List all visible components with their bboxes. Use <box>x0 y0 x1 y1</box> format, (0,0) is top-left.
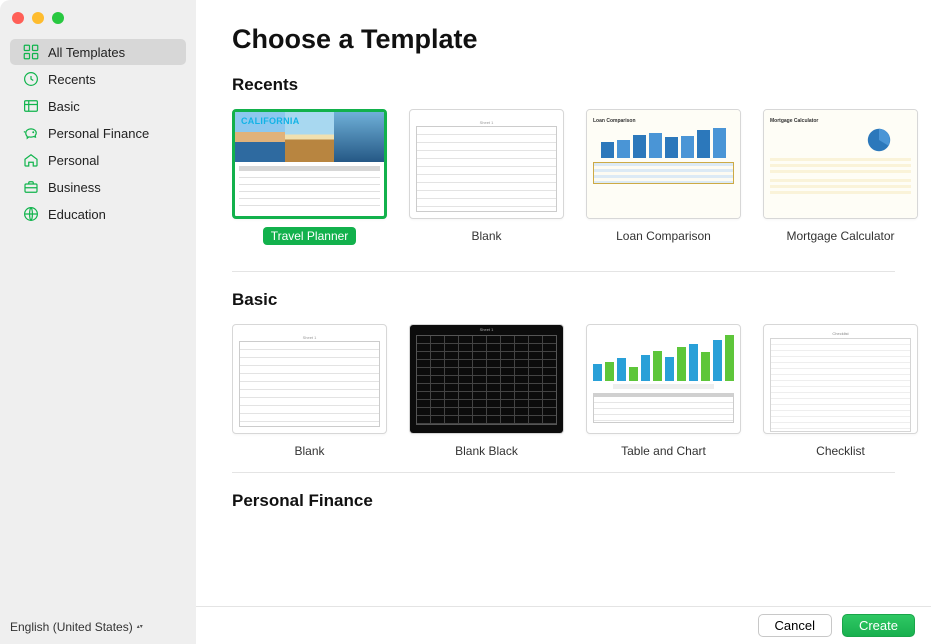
section-heading-recents: Recents <box>232 75 931 95</box>
section-divider <box>232 271 895 272</box>
globe-icon <box>22 205 40 223</box>
grid-icon <box>22 43 40 61</box>
window-controls <box>12 12 64 24</box>
sidebar: All Templates Recents Basic Personal Fin… <box>0 34 196 644</box>
thumbnail-text: CALIFORNIA <box>241 116 300 126</box>
template-caption: Blank <box>463 227 509 245</box>
language-label: English (United States) <box>10 620 133 634</box>
sidebar-item-label: Business <box>48 180 101 195</box>
updown-icon: ▴▾ <box>137 625 143 630</box>
sidebar-item-label: Personal Finance <box>48 126 149 141</box>
sidebar-item-label: Basic <box>48 99 80 114</box>
sidebar-item-all-templates[interactable]: All Templates <box>10 39 186 65</box>
create-button[interactable]: Create <box>842 614 915 637</box>
template-thumbnail: Sheet 1 <box>409 109 564 219</box>
template-thumbnail: Sheet 1 <box>409 324 564 434</box>
template-caption: Blank Black <box>447 442 526 460</box>
template-card-blank[interactable]: Sheet 1 Blank <box>232 324 387 460</box>
footer-bar: Cancel Create <box>196 606 931 644</box>
sidebar-category-list: All Templates Recents Basic Personal Fin… <box>0 38 196 228</box>
template-caption: Loan Comparison <box>608 227 719 245</box>
template-caption: Mortgage Calculator <box>778 227 902 245</box>
piggy-bank-icon <box>22 124 40 142</box>
template-caption: Table and Chart <box>613 442 714 460</box>
sidebar-item-recents[interactable]: Recents <box>10 66 186 92</box>
sidebar-item-personal-finance[interactable]: Personal Finance <box>10 120 186 146</box>
sidebar-item-education[interactable]: Education <box>10 201 186 227</box>
template-thumbnail: Loan Comparison <box>586 109 741 219</box>
table-icon <box>22 97 40 115</box>
section-heading-personal-finance: Personal Finance <box>232 491 931 511</box>
sidebar-item-label: Personal <box>48 153 99 168</box>
thumbnail-text: Loan Comparison <box>593 118 734 124</box>
template-caption: Blank <box>286 442 332 460</box>
sidebar-item-label: All Templates <box>48 45 125 60</box>
zoom-window-button[interactable] <box>52 12 64 24</box>
template-row-recents: CALIFORNIA Travel Planner Sheet 1 Blank … <box>232 109 931 259</box>
minimize-window-button[interactable] <box>32 12 44 24</box>
template-thumbnail: Mortgage Calculator <box>763 109 918 219</box>
sidebar-item-basic[interactable]: Basic <box>10 93 186 119</box>
template-card-blank[interactable]: Sheet 1 Blank <box>409 109 564 259</box>
sidebar-item-label: Education <box>48 207 106 222</box>
sidebar-item-personal[interactable]: Personal <box>10 147 186 173</box>
page-title: Choose a Template <box>232 24 931 55</box>
template-caption: Checklist <box>808 442 873 460</box>
close-window-button[interactable] <box>12 12 24 24</box>
briefcase-icon <box>22 178 40 196</box>
template-browser: Choose a Template Recents CALIFORNIA Tra… <box>196 0 931 606</box>
template-card-mortgage-calculator[interactable]: Mortgage Calculator Mortgage Calculator <box>763 109 918 259</box>
cancel-button[interactable]: Cancel <box>758 614 832 637</box>
language-selector[interactable]: English (United States) ▴▾ <box>10 620 186 634</box>
template-caption: Travel Planner <box>263 227 357 245</box>
sidebar-item-business[interactable]: Business <box>10 174 186 200</box>
template-row-basic: Sheet 1 Blank Sheet 1 Blank Black <box>232 324 931 460</box>
template-card-loan-comparison[interactable]: Loan Comparison Loan Comparison <box>586 109 741 259</box>
template-thumbnail: Sheet 1 <box>232 324 387 434</box>
template-card-travel-planner[interactable]: CALIFORNIA Travel Planner <box>232 109 387 259</box>
sidebar-item-label: Recents <box>48 72 96 87</box>
template-card-table-and-chart[interactable]: Table and Chart <box>586 324 741 460</box>
template-thumbnail <box>586 324 741 434</box>
template-card-blank-black[interactable]: Sheet 1 Blank Black <box>409 324 564 460</box>
template-thumbnail: Checklist <box>763 324 918 434</box>
template-thumbnail: CALIFORNIA <box>232 109 387 219</box>
section-heading-basic: Basic <box>232 290 931 310</box>
house-icon <box>22 151 40 169</box>
template-card-checklist[interactable]: Checklist Checklist <box>763 324 918 460</box>
clock-icon <box>22 70 40 88</box>
thumbnail-text: Mortgage Calculator <box>770 118 911 124</box>
section-divider <box>232 472 895 473</box>
